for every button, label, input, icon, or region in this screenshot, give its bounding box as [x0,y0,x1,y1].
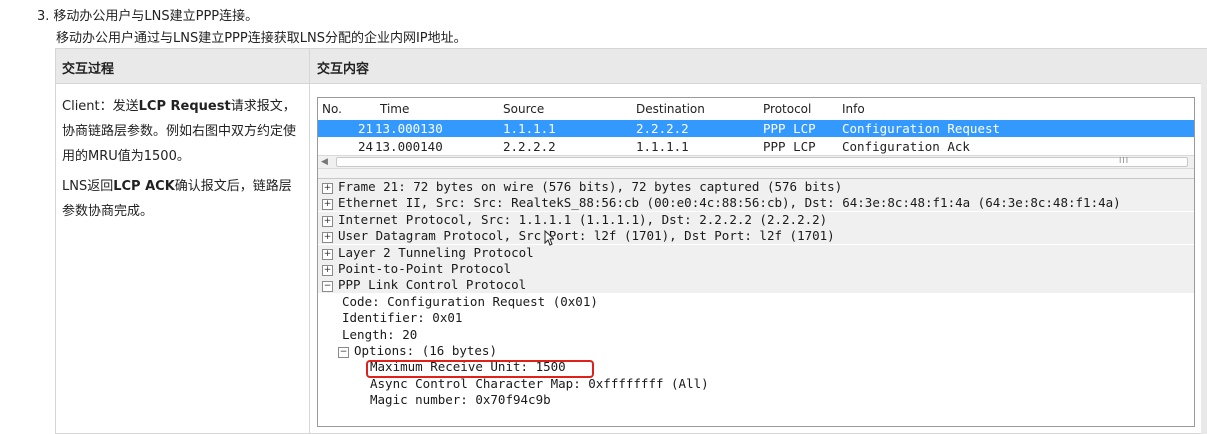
packet-no: 21 [358,121,374,136]
wireshark-capture: No. Time Source Destination Protocol Inf… [317,97,1195,427]
column-no[interactable]: No. [322,102,342,116]
packet-source: 1.1.1.1 [503,121,556,136]
packet-source: 2.2.2.2 [503,139,556,154]
column-destination[interactable]: Destination [636,102,705,116]
detail-line[interactable]: + Ethernet II, Src: Src: RealtekS_88:56:c… [318,195,1194,212]
detail-line[interactable]: + Layer 2 Tunneling Protocol [318,244,1194,261]
detail-line[interactable]: Magic number: 0x70f94c9b [370,392,551,408]
detail-text: Layer 2 Tunneling Protocol [338,244,534,260]
expand-icon[interactable]: + [322,215,333,227]
expand-icon[interactable]: + [322,232,333,244]
expand-icon[interactable]: + [322,183,333,194]
lcp-request-label: LCP Request [138,99,231,114]
column-time[interactable]: Time [380,102,409,116]
step-title: 3. 移动办公用户与LNS建立PPP连接。 [37,5,258,24]
packet-destination: 2.2.2.2 [636,121,689,136]
packet-protocol: PPP LCP [763,121,816,136]
detail-text: Async Control Character Map: 0xffffffff … [370,375,709,391]
pane-splitter[interactable] [318,169,1194,179]
expand-icon[interactable]: + [322,199,333,211]
collapse-icon[interactable]: − [338,347,349,358]
detail-line[interactable]: Length: 20 [342,327,417,343]
process-description: Client：发送LCP Request请求报文，协商链路层参数。例如右图中双方… [62,94,302,229]
column-protocol[interactable]: Protocol [763,102,811,116]
table-header: 交互过程 交互内容 [56,49,1207,84]
detail-text: Magic number: 0x70f94c9b [370,392,551,408]
packet-time: 13.000140 [375,139,443,154]
step-number: 3. [37,9,50,24]
client-text-prefix: Client：发送 [62,99,139,114]
packet-time: 13.000130 [375,121,443,136]
detail-line[interactable]: − PPP Link Control Protocol [318,277,1194,294]
column-source[interactable]: Source [503,102,544,116]
detail-line[interactable]: + Point-to-Point Protocol [318,261,1194,277]
expand-icon[interactable]: + [322,265,333,276]
packet-destination: 1.1.1.1 [636,139,689,154]
detail-text: Internet Protocol, Src: 1.1.1.1 (1.1.1.1… [338,211,828,227]
packet-no: 24 [358,139,374,154]
detail-text: PPP Link Control Protocol [338,277,527,293]
horizontal-scrollbar[interactable]: ◀ III [318,155,1194,169]
detail-text: Code: Configuration Request (0x01) [342,293,598,309]
packet-row[interactable]: 24 13.000140 2.2.2.2 1.1.1.1 PPP LCP Con… [318,138,1194,155]
packet-list-header: No. Time Source Destination Protocol Inf… [318,98,1194,120]
scroll-left-icon[interactable]: ◀ [321,157,328,167]
step-title-text: 移动办公用户与LNS建立PPP连接。 [53,9,259,24]
client-paragraph: Client：发送LCP Request请求报文，协商链路层参数。例如右图中双方… [62,94,302,169]
detail-line[interactable]: + Frame 21: 72 bytes on wire (576 bits), … [318,179,1194,195]
packet-row[interactable]: 21 13.000130 1.1.1.1 2.2.2.2 PPP LCP Con… [318,120,1194,137]
detail-text: Identifier: 0x01 [342,310,463,326]
detail-line[interactable]: + User Datagram Protocol, Src Port: l2f (… [318,228,1194,245]
column-divider [309,49,310,433]
detail-line[interactable]: Identifier: 0x01 [342,310,462,326]
page-scroll-edge [1201,82,1207,434]
detail-text: Frame 21: 72 bytes on wire (576 bits), 7… [338,179,843,194]
header-content: 交互内容 [317,62,370,77]
detail-line[interactable]: Code: Configuration Request (0x01) [342,294,598,310]
detail-text: Ethernet II, Src: Src: RealtekS_88:56:cb… [338,195,1121,211]
detail-line[interactable]: Async Control Character Map: 0xffffffff … [370,376,709,392]
column-info[interactable]: Info [842,102,865,116]
scroll-grip-icon: III [1119,156,1130,165]
lns-paragraph: LNS返回LCP ACK确认报文后，链路层参数协商完成。 [62,174,302,224]
detail-text: Point-to-Point Protocol [338,261,512,276]
scrollbar-thumb[interactable]: III [336,156,1188,167]
detail-line[interactable]: − Options: (16 bytes) [338,343,497,359]
expand-icon[interactable]: + [322,248,333,260]
detail-text: User Datagram Protocol, Src Port: l2f (1… [338,228,835,244]
packet-info: Configuration Request [842,121,1001,136]
mru-highlight-box [366,360,594,378]
detail-text: Options: (16 bytes) [354,343,497,358]
mouse-cursor-icon [544,230,554,246]
step-description: 移动办公用户通过与LNS建立PPP连接获取LNS分配的企业内网IP地址。 [56,31,467,46]
packet-protocol: PPP LCP [763,139,816,154]
detail-line[interactable]: + Internet Protocol, Src: 1.1.1.1 (1.1.1.… [318,211,1194,228]
detail-text: Length: 20 [342,326,418,342]
packet-info: Configuration Ack [842,139,970,154]
header-process: 交互过程 [62,62,115,77]
collapse-icon[interactable]: − [322,281,333,293]
lcp-ack-label: LCP ACK [113,179,175,194]
lns-text-prefix: LNS返回 [62,179,114,194]
